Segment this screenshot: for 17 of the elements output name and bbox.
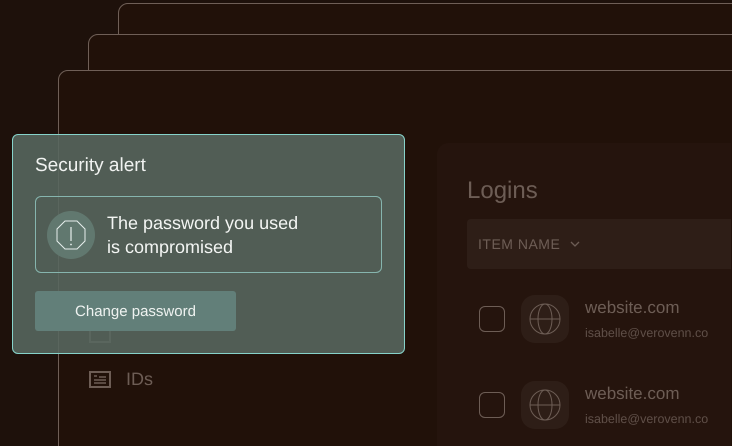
alert-message: The password you used is compromised [107, 212, 300, 258]
globe-icon [521, 295, 569, 343]
email-text: isabelle@verovenn.co [585, 326, 708, 340]
id-card-icon [89, 371, 111, 388]
alert-title: Security alert [35, 155, 146, 177]
sidebar-item[interactable]: IDs [126, 369, 153, 390]
panel-title: Logins [467, 177, 538, 205]
globe-icon [521, 381, 569, 429]
email-text: isabelle@verovenn.co [585, 412, 708, 426]
chevron-down-icon[interactable] [570, 241, 580, 247]
checkbox[interactable] [479, 392, 505, 418]
warning-icon [47, 210, 95, 258]
change-password-button[interactable]: Change password [35, 291, 236, 331]
column-header[interactable]: ITEM NAME [478, 236, 560, 252]
site-name: website.com [585, 298, 680, 318]
checkbox[interactable] [479, 306, 505, 332]
site-name: website.com [585, 384, 680, 404]
